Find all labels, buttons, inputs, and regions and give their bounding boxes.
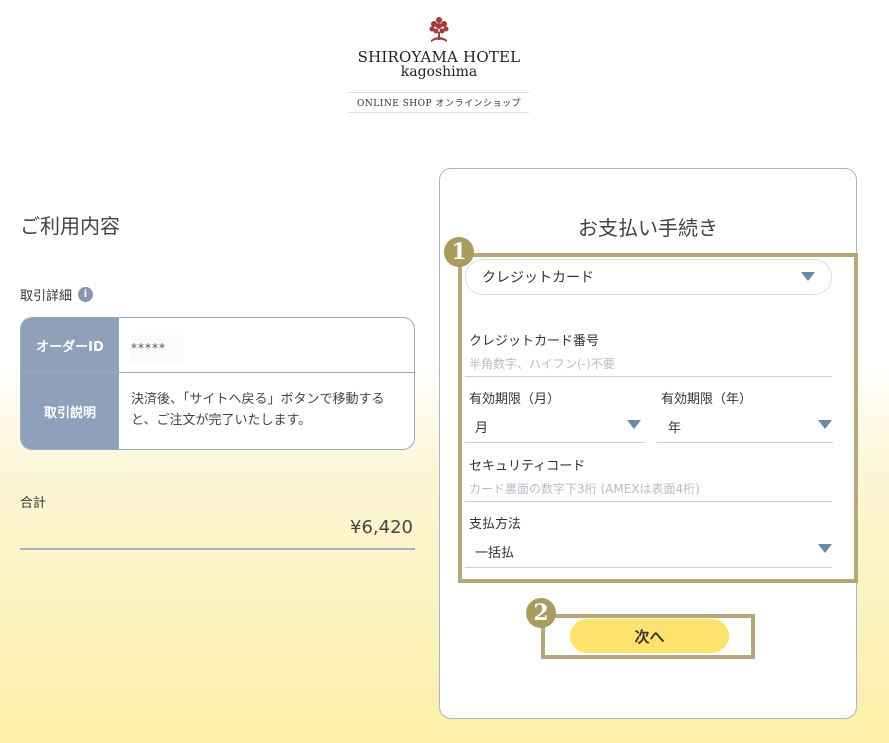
total-label: 合計	[20, 496, 47, 511]
order-id-value: *****	[131, 335, 184, 363]
table-row-description: 取引説明 決済後、「サイトへ戻る」ボタンで移動すると、ご注文が完了いたします。	[21, 373, 414, 449]
transaction-detail-text: 取引詳細	[20, 289, 73, 304]
order-detail-table: オーダーID ***** 取引説明 決済後、「サイトへ戻る」ボタンで移動すると、…	[20, 317, 415, 450]
total-divider	[20, 548, 415, 550]
hotel-logo: SHIROYAMA HOTEL kagoshima ONLINE SHOP オン…	[349, 14, 529, 113]
usage-title: ご利用内容	[20, 214, 120, 238]
hotel-location: kagoshima	[400, 64, 478, 80]
online-shop-label: ONLINE SHOP オンラインショップ	[349, 92, 529, 113]
order-id-header: オーダーID	[21, 318, 119, 372]
hotel-emblem-icon	[429, 17, 449, 42]
highlight-next-button	[541, 614, 755, 659]
step-badge-2: 2	[526, 598, 556, 628]
description-header: 取引説明	[21, 373, 119, 449]
order-id-cell: *****	[119, 318, 414, 372]
info-icon[interactable]: i	[78, 287, 94, 302]
transaction-detail-label: 取引詳細 i	[20, 285, 94, 304]
payment-title: お支払い手続き	[578, 216, 718, 240]
table-row-order-id: オーダーID *****	[21, 318, 414, 373]
description-value: 決済後、「サイトへ戻る」ボタンで移動すると、ご注文が完了いたします。	[131, 392, 385, 428]
step-badge-1: 1	[444, 237, 474, 267]
total-value: ¥6,420	[350, 517, 413, 538]
highlight-payment-form	[458, 253, 858, 583]
